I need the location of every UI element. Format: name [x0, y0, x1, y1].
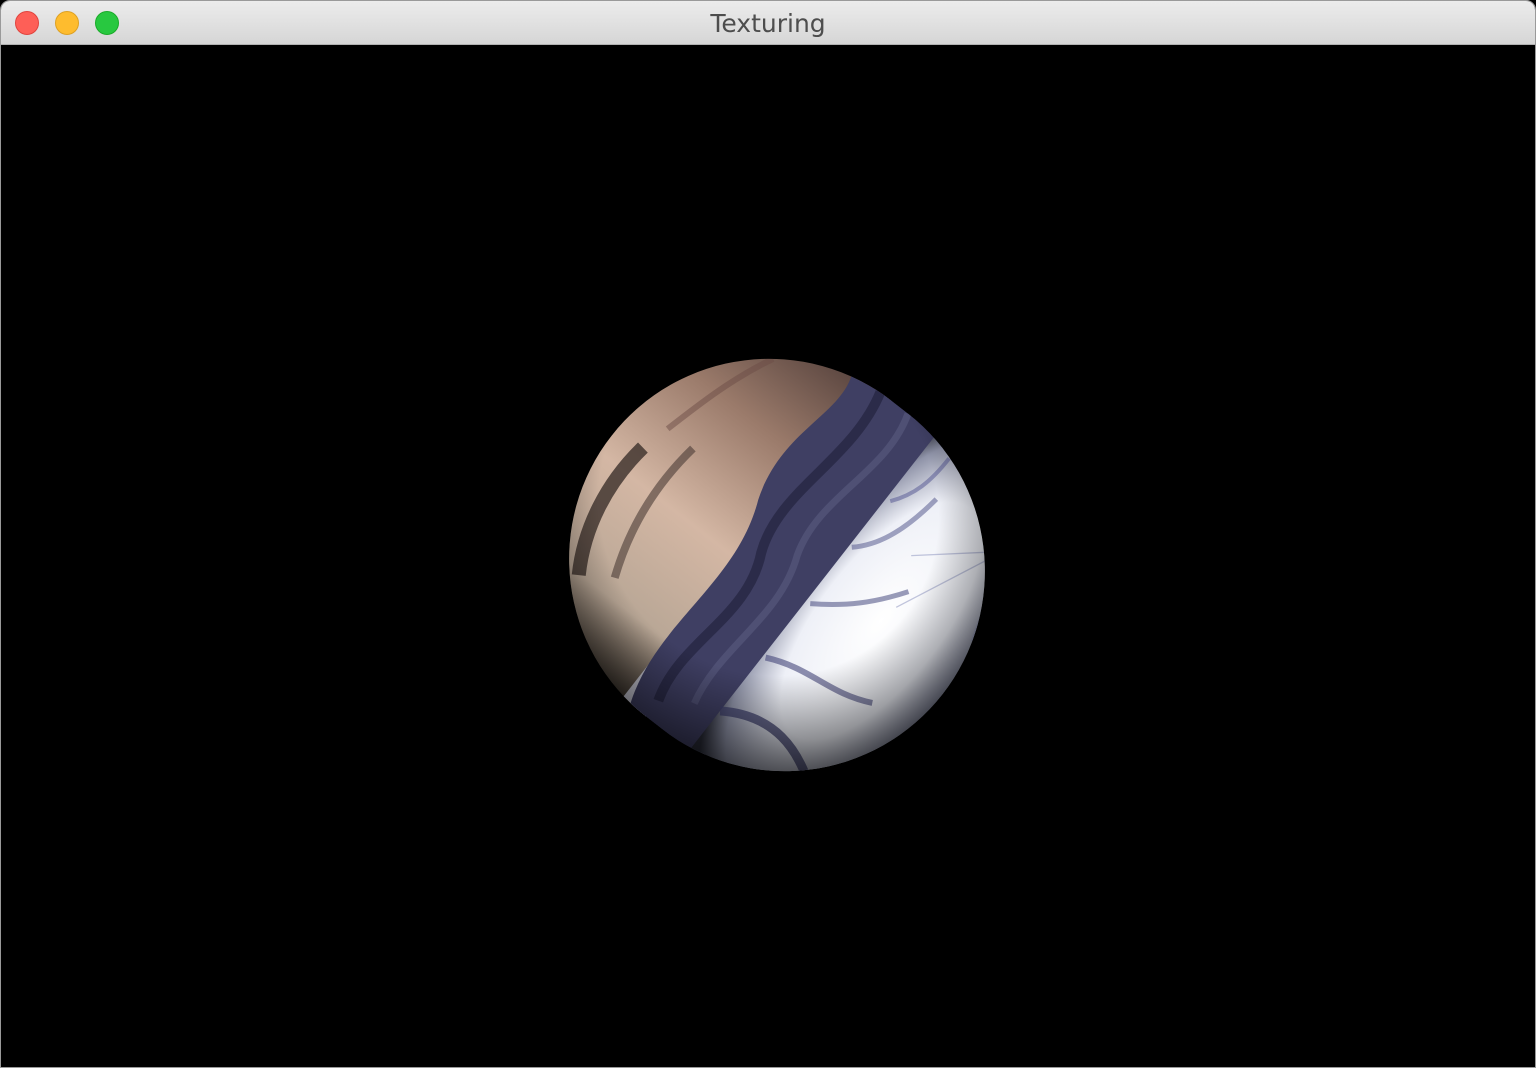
app-window: Texturing — [0, 0, 1536, 1068]
title-bar[interactable]: Texturing — [1, 1, 1535, 45]
render-canvas — [488, 278, 1066, 852]
render-viewport[interactable] — [1, 45, 1535, 1067]
textured-capsule — [488, 278, 1066, 852]
window-title: Texturing — [710, 9, 826, 38]
